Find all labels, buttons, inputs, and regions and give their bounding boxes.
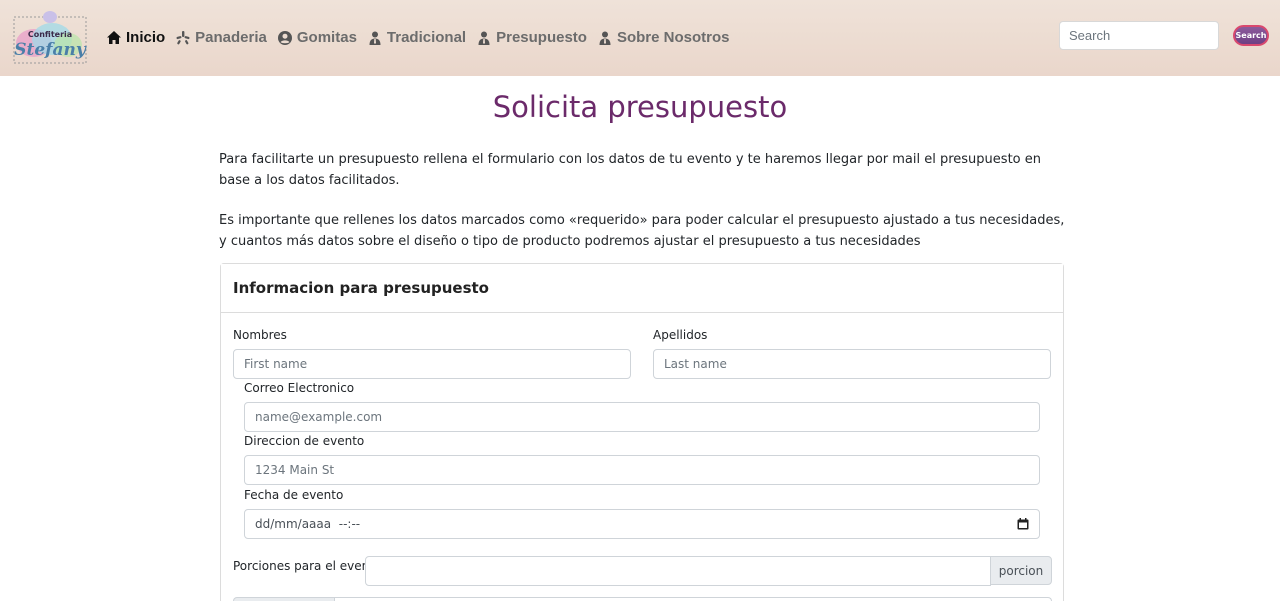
user-tie-icon — [367, 30, 383, 46]
first-name-input[interactable]: First name — [233, 349, 631, 379]
email-input[interactable]: name@example.com — [244, 402, 1040, 432]
home-icon — [106, 30, 122, 46]
nav-label-sobre-nosotros: Sobre Nosotros — [616, 29, 730, 46]
portions-addon: porcion — [990, 556, 1052, 585]
nav-label-gomitas: Gomitas — [296, 29, 357, 46]
quote-form-card: Informacion para presupuesto Nombres Fir… — [220, 263, 1064, 601]
yelp-icon — [175, 30, 191, 46]
brand-logo[interactable]: Confiteria Stefany — [12, 5, 88, 67]
form-header: Informacion para presupuesto — [221, 264, 1063, 313]
navbar: Confiteria Stefany Inicio Panaderia Gomi… — [0, 0, 1280, 76]
next-field-addon — [233, 597, 335, 601]
calendar-icon[interactable] — [1017, 518, 1029, 530]
nav-item-inicio[interactable]: Inicio — [106, 29, 165, 46]
nav-item-sobre-nosotros[interactable]: Sobre Nosotros — [597, 29, 730, 46]
nav-label-tradicional: Tradicional — [386, 29, 467, 46]
next-field-input[interactable] — [334, 597, 1052, 601]
search-button[interactable]: Search — [1233, 25, 1269, 46]
last-name-input[interactable]: Last name — [653, 349, 1051, 379]
correo-label: Correo Electronico — [244, 381, 355, 395]
event-date-input[interactable]: dd/mm/aaaa --:-- — [244, 509, 1040, 539]
portions-input[interactable] — [365, 556, 991, 586]
nav-item-gomitas[interactable]: Gomitas — [277, 29, 357, 46]
page-title: Solicita presupuesto — [492, 90, 788, 124]
logo-text-main: Stefany — [14, 40, 87, 60]
user-tie-icon — [597, 30, 613, 46]
user-circle-icon — [277, 30, 293, 46]
nav-item-tradicional[interactable]: Tradicional — [367, 29, 466, 46]
apellidos-label: Apellidos — [653, 328, 708, 342]
nav-label-presupuesto: Presupuesto — [496, 29, 587, 46]
direccion-label: Direccion de evento — [244, 434, 365, 448]
logo-text-top: Confiteria — [28, 30, 72, 39]
user-tie-icon — [476, 30, 492, 46]
nombres-label: Nombres — [233, 328, 287, 342]
nav-item-panaderia[interactable]: Panaderia — [175, 29, 267, 46]
nav-links: Inicio Panaderia Gomitas Tradicional Pre… — [106, 29, 739, 46]
fecha-label: Fecha de evento — [244, 488, 344, 502]
intro-paragraph-1: Para facilitarte un presupuesto rellena … — [219, 152, 1041, 188]
porciones-label: Porciones para el evento — [233, 559, 382, 573]
intro-paragraph-2: Es importante que rellenes los datos mar… — [219, 213, 1065, 249]
nav-label-panaderia: Panaderia — [195, 29, 267, 46]
search-input[interactable] — [1059, 21, 1219, 50]
nav-item-presupuesto[interactable]: Presupuesto — [476, 29, 587, 46]
event-date-value: dd/mm/aaaa --:-- — [255, 517, 361, 531]
nav-label-inicio: Inicio — [126, 29, 166, 46]
address-input[interactable]: 1234 Main St — [244, 455, 1040, 485]
